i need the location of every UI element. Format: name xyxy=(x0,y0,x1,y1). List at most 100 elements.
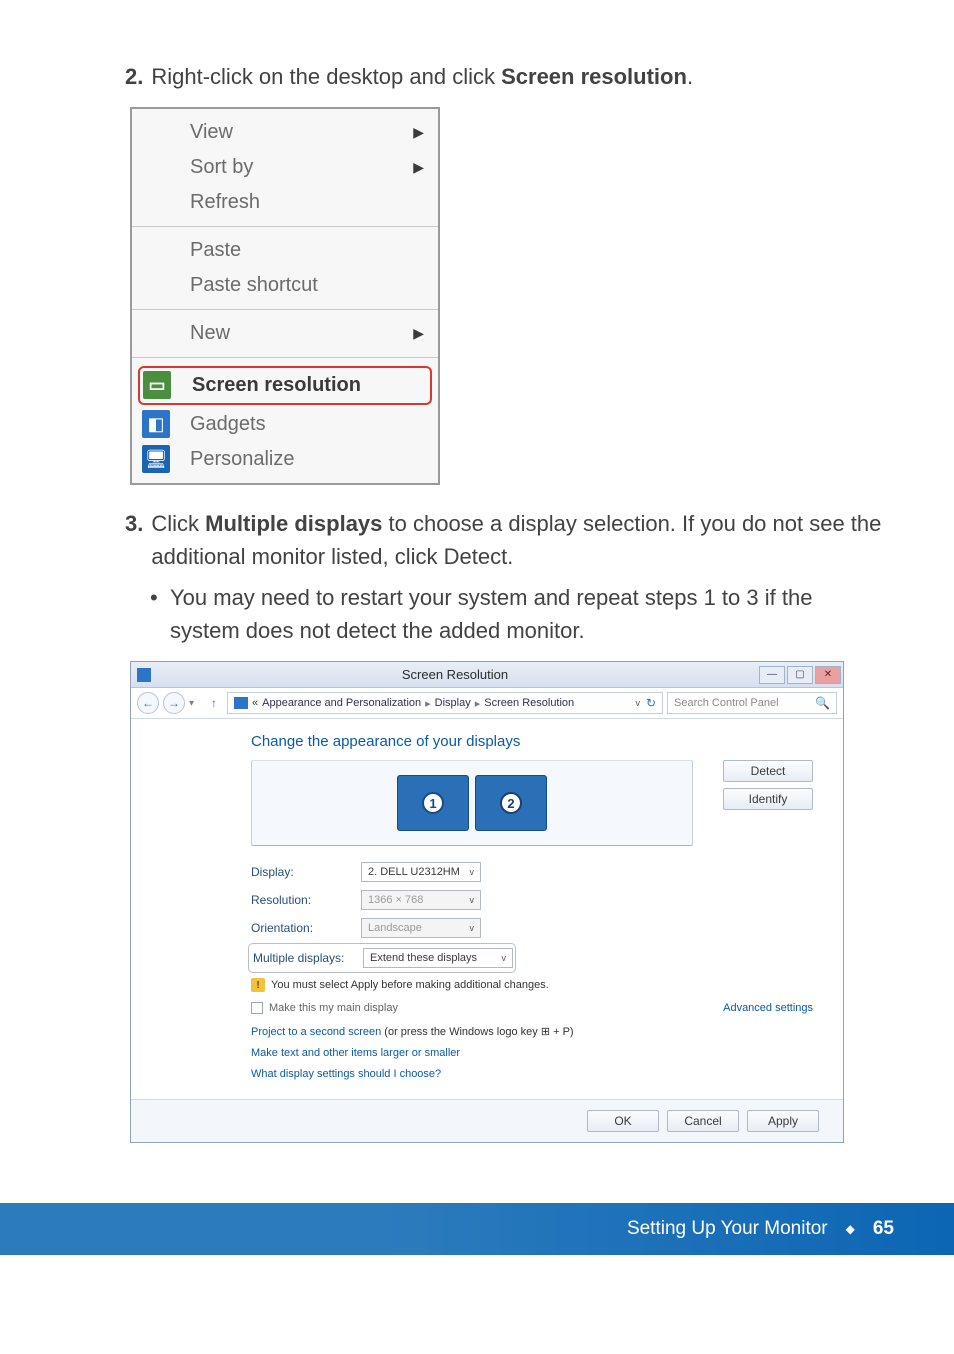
what-settings-link[interactable]: What display settings should I choose? xyxy=(251,1068,441,1080)
detect-button[interactable]: Detect xyxy=(723,760,813,782)
submenu-arrow-icon: ▶ xyxy=(413,325,424,342)
search-input[interactable]: Search Control Panel 🔍 xyxy=(667,692,837,714)
checkbox-icon xyxy=(251,1002,263,1014)
resolution-select[interactable]: 1366 × 768 v xyxy=(361,890,481,910)
display-row: Display: 2. DELL U2312HM v xyxy=(251,862,813,882)
desktop-context-menu: View ▶ Sort by ▶ Refresh Paste xyxy=(130,107,440,485)
resolution-value: 1366 × 768 xyxy=(368,894,423,906)
ctx-sort-by[interactable]: Sort by ▶ xyxy=(132,150,438,185)
screen-resolution-window: Screen Resolution — ▢ ✕ ← → ▾ ↑ xyxy=(130,661,844,1143)
step-number: 2. xyxy=(125,60,143,93)
ctx-paste-shortcut[interactable]: Paste shortcut xyxy=(132,268,438,303)
display-preview[interactable]: 1 2 xyxy=(251,760,693,846)
monitor-1[interactable]: 1 xyxy=(397,775,469,831)
chevron-down-icon: v xyxy=(502,953,507,963)
ctx-screen-resolution-label: Screen resolution xyxy=(192,374,361,397)
breadcrumb-chevrons: « xyxy=(252,697,258,709)
step-2-text: Right-click on the desktop and click Scr… xyxy=(151,60,693,93)
ctx-screen-resolution[interactable]: ▭ Screen resolution xyxy=(138,366,432,405)
close-button[interactable]: ✕ xyxy=(815,666,841,684)
cancel-button[interactable]: Cancel xyxy=(667,1110,739,1132)
warning-icon: ! xyxy=(251,978,265,992)
search-icon: 🔍 xyxy=(815,696,830,710)
search-placeholder: Search Control Panel xyxy=(674,697,779,709)
breadcrumb[interactable]: « Appearance and Personalization ▸ Displ… xyxy=(227,692,663,714)
up-button[interactable]: ↑ xyxy=(205,694,223,712)
display-select[interactable]: 2. DELL U2312HM v xyxy=(361,862,481,882)
ctx-refresh[interactable]: Refresh xyxy=(132,185,438,220)
step-number: 3. xyxy=(125,507,143,540)
monitor-1-badge: 1 xyxy=(422,792,444,814)
make-main-display-label: Make this my main display xyxy=(269,1002,398,1014)
step-3-text: Click Multiple displays to choose a disp… xyxy=(151,507,884,573)
ok-button[interactable]: OK xyxy=(587,1110,659,1132)
ctx-paste[interactable]: Paste xyxy=(132,233,438,268)
monitor-2-badge: 2 xyxy=(500,792,522,814)
submenu-arrow-icon: ▶ xyxy=(413,124,424,141)
ctx-view-label: View xyxy=(190,121,233,144)
page-heading: Change the appearance of your displays xyxy=(251,733,813,750)
ctx-view[interactable]: View ▶ xyxy=(132,115,438,150)
ctx-new-label: New xyxy=(190,322,230,345)
window-icon xyxy=(137,668,151,682)
chevron-down-icon: v xyxy=(470,895,475,905)
back-button[interactable]: ← xyxy=(137,692,159,714)
make-main-display[interactable]: Make this my main display xyxy=(251,1002,398,1014)
breadcrumb-sep-icon: ▸ xyxy=(475,697,481,710)
monitor-2[interactable]: 2 xyxy=(475,775,547,831)
maximize-button[interactable]: ▢ xyxy=(787,666,813,684)
text-size-link[interactable]: Make text and other items larger or smal… xyxy=(251,1047,460,1059)
orientation-value: Landscape xyxy=(368,922,422,934)
breadcrumb-seg2: Display xyxy=(435,697,471,709)
display-label: Display: xyxy=(251,865,361,879)
ctx-new[interactable]: New ▶ xyxy=(132,316,438,351)
project-second-screen-trail: (or press the Windows logo key ⊞ + P) xyxy=(381,1026,573,1038)
project-second-screen-link[interactable]: Project to a second screen xyxy=(251,1026,381,1038)
submenu-arrow-icon: ▶ xyxy=(413,159,424,176)
gadgets-icon: ◧ xyxy=(142,410,170,438)
apply-button[interactable]: Apply xyxy=(747,1110,819,1132)
resolution-label: Resolution: xyxy=(251,893,361,907)
personalize-icon: 🖥 xyxy=(142,445,170,473)
multiple-displays-row: Multiple displays: Extend these displays… xyxy=(251,946,513,970)
path-dropdown-icon[interactable]: v xyxy=(635,698,640,708)
chevron-down-icon: v xyxy=(470,867,475,877)
ctx-refresh-label: Refresh xyxy=(190,191,260,214)
orientation-select[interactable]: Landscape v xyxy=(361,918,481,938)
orientation-row: Orientation: Landscape v xyxy=(251,918,813,938)
refresh-icon[interactable]: ↻ xyxy=(646,696,656,710)
ctx-sort-by-label: Sort by xyxy=(190,156,253,179)
project-second-screen-line: Project to a second screen (or press the… xyxy=(251,1022,813,1043)
ctx-paste-shortcut-label: Paste shortcut xyxy=(190,274,318,297)
window-title: Screen Resolution xyxy=(151,667,759,682)
minimize-button[interactable]: — xyxy=(759,666,785,684)
breadcrumb-seg3: Screen Resolution xyxy=(484,697,574,709)
resolution-row: Resolution: 1366 × 768 v xyxy=(251,890,813,910)
apply-warning-text: You must select Apply before making addi… xyxy=(271,979,549,991)
multiple-displays-value: Extend these displays xyxy=(370,952,477,964)
forward-button[interactable]: → xyxy=(163,692,185,714)
navbar: ← → ▾ ↑ « Appearance and Personalization… xyxy=(131,688,843,719)
chevron-down-icon: v xyxy=(470,923,475,933)
apply-warning: ! You must select Apply before making ad… xyxy=(251,978,813,992)
history-chevron-icon[interactable]: ▾ xyxy=(189,698,201,709)
display-value: 2. DELL U2312HM xyxy=(368,866,460,878)
ctx-paste-label: Paste xyxy=(190,239,241,262)
ctx-personalize[interactable]: 🖥 Personalize xyxy=(132,442,438,477)
screen-resolution-icon: ▭ xyxy=(143,371,171,399)
multiple-displays-select[interactable]: Extend these displays v xyxy=(363,948,513,968)
control-panel-icon xyxy=(234,697,248,709)
footer-diamond-icon: ◆ xyxy=(846,1222,855,1236)
footer-title: Setting Up Your Monitor xyxy=(627,1218,828,1240)
ctx-gadgets[interactable]: ◧ Gadgets xyxy=(132,407,438,442)
footer-page-number: 65 xyxy=(873,1218,894,1240)
orientation-label: Orientation: xyxy=(251,921,361,935)
identify-button[interactable]: Identify xyxy=(723,788,813,810)
breadcrumb-sep-icon: ▸ xyxy=(425,697,431,710)
step-2: 2. Right-click on the desktop and click … xyxy=(125,60,884,93)
breadcrumb-seg1: Appearance and Personalization xyxy=(262,697,421,709)
window-titlebar: Screen Resolution — ▢ ✕ xyxy=(131,662,843,688)
dialog-footer: OK Cancel Apply xyxy=(131,1099,843,1142)
ctx-gadgets-label: Gadgets xyxy=(190,413,266,436)
advanced-settings-link[interactable]: Advanced settings xyxy=(723,1002,813,1014)
